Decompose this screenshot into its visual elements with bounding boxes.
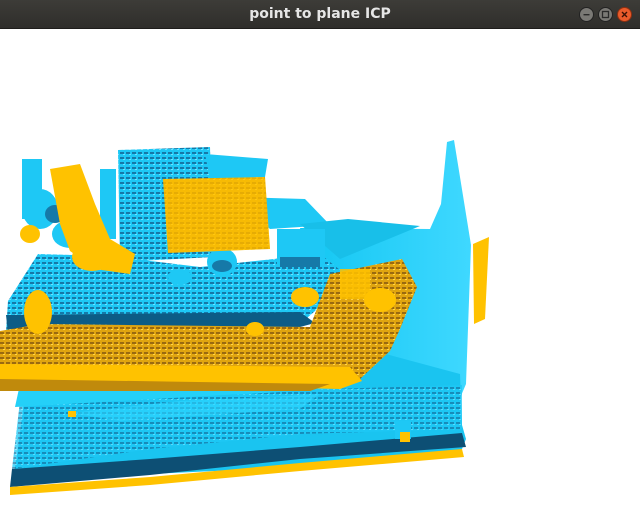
point-cloud-render <box>0 140 489 495</box>
3d-render-viewport[interactable] <box>0 29 640 510</box>
minimize-icon <box>583 14 590 16</box>
maximize-icon <box>601 10 610 19</box>
title-bar[interactable]: point to plane ICP <box>0 0 640 29</box>
close-button[interactable] <box>617 7 632 22</box>
maximize-button[interactable] <box>598 7 613 22</box>
close-icon <box>621 11 628 18</box>
minimize-button[interactable] <box>579 7 594 22</box>
app-window: point to plane ICP <box>0 0 640 510</box>
window-title: point to plane ICP <box>249 6 391 22</box>
